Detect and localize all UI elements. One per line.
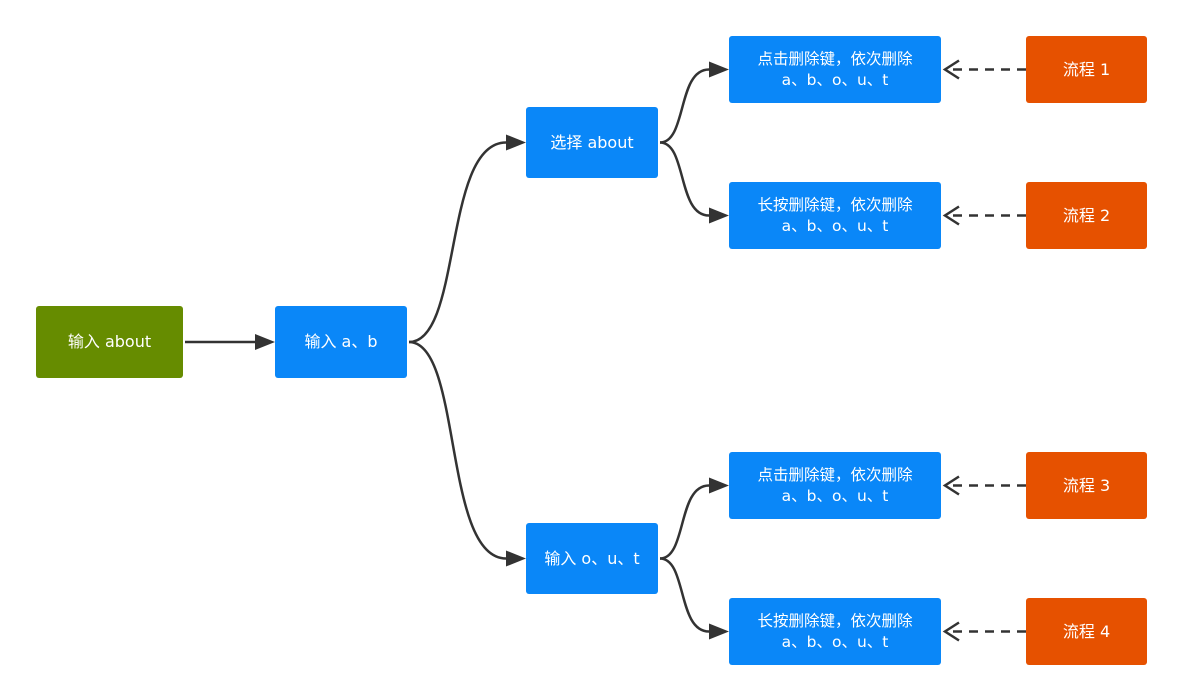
node-label-line1: 长按删除键，依次删除: [757, 611, 913, 630]
edge-select_about-leaf1: [659, 61, 729, 144]
arrowhead-icon: [709, 61, 729, 78]
node-label: 选择 about: [550, 132, 634, 152]
edge-flow2-leaf2: [942, 205, 1026, 226]
node-leaf-3: 点击删除键，依次删除 a、b、o、u、t: [729, 452, 941, 519]
node-leaf-2: 长按删除键，依次删除 a、b、o、u、t: [729, 182, 941, 249]
node-flow-4: 流程 4: [1026, 598, 1147, 665]
node-label-line2: a、b、o、u、t: [781, 70, 889, 89]
edge-start-input_ab: [185, 334, 275, 350]
flow-diagram: 输入 about 输入 a、b 选择 about 输入 o、u、t 点击删除键，…: [0, 0, 1184, 700]
edge-flow3-leaf3: [942, 475, 1026, 496]
edge-line: [659, 557, 710, 633]
edge-flow1-leaf1: [942, 59, 1026, 80]
edge-line: [659, 141, 710, 217]
arrowhead-icon: [709, 207, 729, 224]
node-label: 流程 4: [1062, 621, 1111, 641]
edge-line: [659, 484, 710, 560]
node-input-ab: 输入 a、b: [275, 306, 407, 378]
node-label-line2: a、b、o、u、t: [781, 486, 889, 505]
arrowhead-icon: [506, 550, 526, 567]
node-leaf-1: 点击删除键，依次删除 a、b、o、u、t: [729, 36, 941, 103]
node-flow-2: 流程 2: [1026, 182, 1147, 249]
node-label: 流程 2: [1062, 205, 1111, 225]
node-leaf-4: 长按删除键，依次删除 a、b、o、u、t: [729, 598, 941, 665]
edge-input_out-leaf4: [659, 557, 729, 640]
edge-input_ab-select_about: [408, 134, 526, 344]
node-label: 流程 3: [1062, 475, 1111, 495]
node-label: 流程 1: [1062, 59, 1111, 79]
arrowhead-icon: [506, 134, 526, 151]
arrowhead-icon: [709, 623, 729, 640]
edge-line: [408, 340, 507, 560]
node-select-about: 选择 about: [526, 107, 658, 178]
node-input-out: 输入 o、u、t: [526, 523, 658, 594]
edge-input_out-leaf3: [659, 477, 729, 560]
node-label-line1: 点击删除键，依次删除: [757, 49, 913, 68]
node-label: 输入 o、u、t: [544, 548, 640, 568]
edge-select_about-leaf2: [659, 141, 729, 224]
node-label: 输入 a、b: [304, 332, 378, 351]
edge-line: [659, 68, 710, 144]
node-label-line1: 长按删除键，依次删除: [757, 195, 913, 214]
node-label: 输入 about: [67, 332, 152, 351]
node-flow-3: 流程 3: [1026, 452, 1147, 519]
edge-line: [408, 141, 507, 344]
edge-input_ab-input_out: [408, 340, 526, 567]
node-start: 输入 about: [36, 306, 183, 378]
node-label-line2: a、b、o、u、t: [781, 216, 889, 235]
node-flow-1: 流程 1: [1026, 36, 1147, 103]
edge-flow4-leaf4: [942, 621, 1026, 642]
arrowhead-icon: [255, 334, 275, 350]
node-label-line2: a、b、o、u、t: [781, 632, 889, 651]
arrowhead-icon: [709, 477, 729, 494]
node-label-line1: 点击删除键，依次删除: [757, 465, 913, 484]
